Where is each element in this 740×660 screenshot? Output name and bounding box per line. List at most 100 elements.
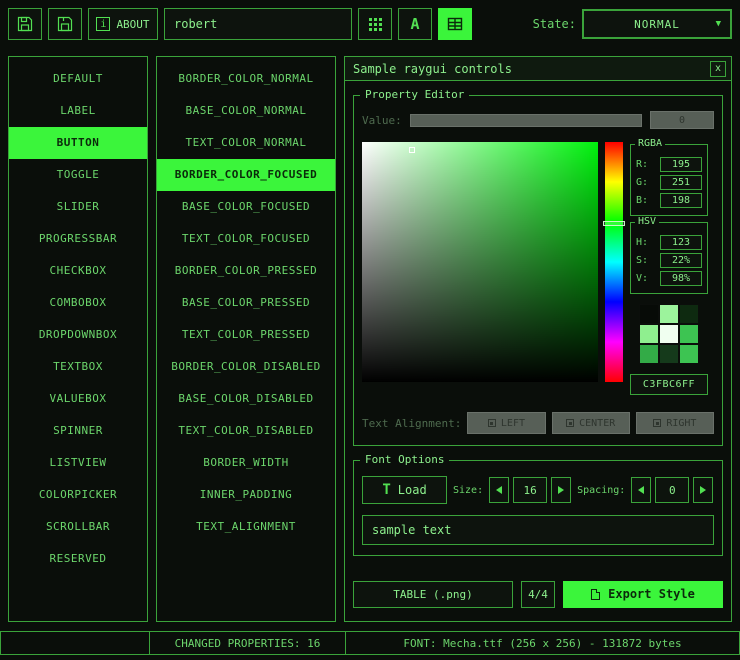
control-item-reserved[interactable]: RESERVED [9,543,147,575]
saturation-value-box[interactable]: 22% [660,253,702,268]
property-item-text-color-focused[interactable]: TEXT_COLOR_FOCUSED [157,223,335,255]
property-item-border-color-focused[interactable]: BORDER_COLOR_FOCUSED [157,159,335,191]
color-swatch[interactable] [659,324,679,344]
property-item-border-width[interactable]: BORDER_WIDTH [157,447,335,479]
property-item-border-color-pressed[interactable]: BORDER_COLOR_PRESSED [157,255,335,287]
size-decrease-button[interactable] [489,477,509,503]
about-button[interactable]: i ABOUT [88,8,158,40]
value-label: Value: [362,114,402,127]
property-item-text-alignment[interactable]: TEXT_ALIGNMENT [157,511,335,543]
property-item-base-color-focused[interactable]: BASE_COLOR_FOCUSED [157,191,335,223]
control-item-textbox[interactable]: TEXTBOX [9,351,147,383]
blue-label: B: [636,195,648,206]
control-item-toggle[interactable]: TOGGLE [9,159,147,191]
page-indicator-box[interactable]: 4/4 [521,581,555,608]
font-load-button[interactable]: T Load [362,476,447,504]
control-item-default[interactable]: DEFAULT [9,63,147,95]
color-swatch[interactable] [679,344,699,364]
toolbar: i ABOUT A State: NORMAL ▼ [8,8,732,40]
style-name-input[interactable] [164,8,352,40]
color-swatch[interactable] [639,304,659,324]
control-item-scrollbar[interactable]: SCROLLBAR [9,511,147,543]
control-item-spinner[interactable]: SPINNER [9,415,147,447]
hsv-row: S: 22% [636,253,702,268]
control-item-button[interactable]: BUTTON [9,127,147,159]
property-item-base-color-disabled[interactable]: BASE_COLOR_DISABLED [157,383,335,415]
property-item-base-color-pressed[interactable]: BASE_COLOR_PRESSED [157,287,335,319]
hue-label: H: [636,237,648,248]
control-item-slider[interactable]: SLIDER [9,191,147,223]
about-label: ABOUT [116,18,149,31]
align-right-button[interactable]: RIGHT [636,412,714,434]
rgba-row: B: 198 [636,193,702,208]
export-bar: TABLE (.png) 4/4 Export Style [353,580,723,608]
value-row: Value: 0 [362,110,714,130]
color-swatch[interactable] [679,324,699,344]
property-item-text-color-disabled[interactable]: TEXT_COLOR_DISABLED [157,415,335,447]
color-saturation-value-panel[interactable] [362,142,598,382]
hex-color-input[interactable]: C3FBC6FF [630,374,708,395]
control-item-progressbar[interactable]: PROGRESSBAR [9,223,147,255]
floppy-icon [56,15,74,33]
main-area: DEFAULTLABELBUTTONTOGGLESLIDERPROGRESSBA… [8,56,732,622]
size-value-box[interactable]: 16 [513,477,547,503]
control-item-label[interactable]: LABEL [9,95,147,127]
align-right-label: RIGHT [666,418,696,429]
color-picker-marker [409,147,415,153]
spacing-value-box[interactable]: 0 [655,477,689,503]
align-center-button[interactable]: CENTER [552,412,630,434]
control-item-listview[interactable]: LISTVIEW [9,447,147,479]
color-swatch[interactable] [679,304,699,324]
color-swatch[interactable] [639,344,659,364]
property-item-inner-padding[interactable]: INNER_PADDING [157,479,335,511]
value-slider[interactable] [410,114,642,127]
control-item-checkbox[interactable]: CHECKBOX [9,255,147,287]
hue-slider-cursor [603,221,625,226]
spacing-increase-button[interactable] [693,477,713,503]
value-display-box[interactable]: 0 [650,111,714,129]
property-item-base-color-normal[interactable]: BASE_COLOR_NORMAL [157,95,335,127]
color-swatch[interactable] [639,324,659,344]
color-swatch[interactable] [659,304,679,324]
control-item-dropdownbox[interactable]: DROPDOWNBOX [9,319,147,351]
style-grid-view-button[interactable] [358,8,392,40]
load-file-button[interactable] [8,8,42,40]
left-arrow-icon [496,486,502,494]
state-dropdown[interactable]: NORMAL ▼ [582,9,732,39]
color-swatch[interactable] [659,344,679,364]
property-item-border-color-normal[interactable]: BORDER_COLOR_NORMAL [157,63,335,95]
hue-value-box[interactable]: 123 [660,235,702,250]
green-value-box[interactable]: 251 [660,175,702,190]
font-atlas-button[interactable]: A [398,8,432,40]
color-picker-row: RGBA R: 195 G: 251 B: 198 [362,142,714,395]
font-icon: A [410,15,419,33]
font-options-group: Font Options T Load Size: 16 Spacing: 0 [353,460,723,556]
export-style-button[interactable]: Export Style [563,581,723,608]
align-left-button[interactable]: LEFT [467,412,545,434]
close-icon[interactable]: x [710,61,726,77]
control-item-colorpicker[interactable]: COLORPICKER [9,479,147,511]
style-table-view-button[interactable] [438,8,472,40]
red-label: R: [636,159,648,170]
export-icon [591,589,600,600]
save-file-button[interactable] [48,8,82,40]
size-increase-button[interactable] [551,477,571,503]
sample-text-input[interactable] [362,515,714,545]
right-arrow-icon [700,486,706,494]
blue-value-box[interactable]: 198 [660,193,702,208]
window-titlebar[interactable]: Sample raygui controls x [345,57,731,81]
hue-slider[interactable] [605,142,623,382]
property-editor-group: Property Editor Value: 0 RGBA [353,95,723,446]
property-item-text-color-pressed[interactable]: TEXT_COLOR_PRESSED [157,319,335,351]
control-item-combobox[interactable]: COMBOBOX [9,287,147,319]
state-dropdown-value: NORMAL [634,18,680,31]
red-value-box[interactable]: 195 [660,157,702,172]
export-format-dropdown[interactable]: TABLE (.png) [353,581,513,608]
value-hsv-value-box[interactable]: 98% [660,271,702,286]
spacing-decrease-button[interactable] [631,477,651,503]
value-hsv-label: V: [636,273,648,284]
align-right-icon [653,419,661,427]
property-item-border-color-disabled[interactable]: BORDER_COLOR_DISABLED [157,351,335,383]
property-item-text-color-normal[interactable]: TEXT_COLOR_NORMAL [157,127,335,159]
control-item-valuebox[interactable]: VALUEBOX [9,383,147,415]
